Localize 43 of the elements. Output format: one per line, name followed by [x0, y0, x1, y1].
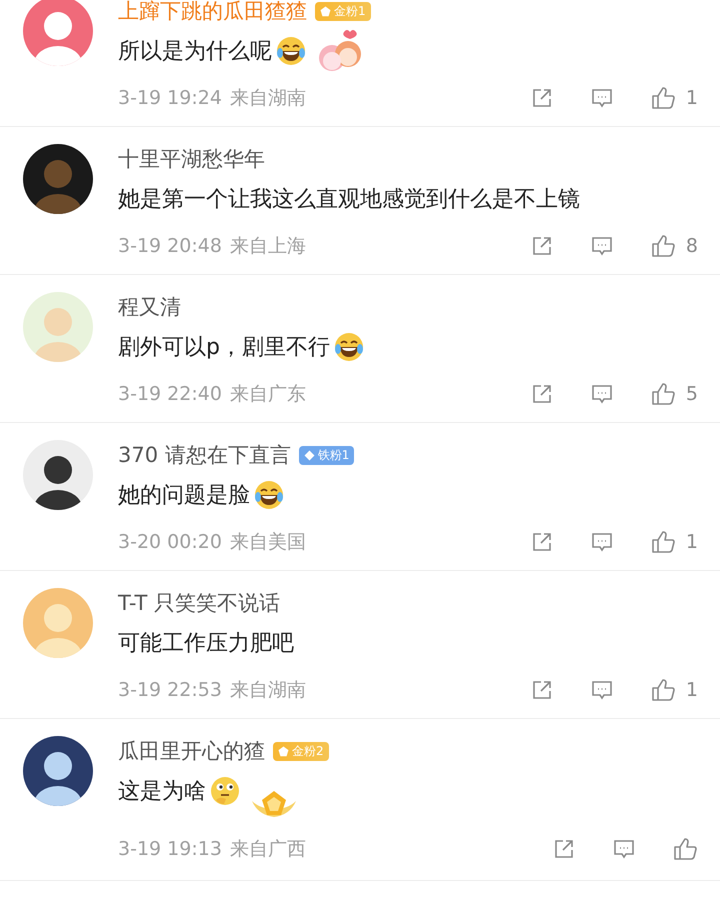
like-button[interactable]: 1: [650, 529, 698, 555]
comment-text: 可能工作压力肥吧: [118, 630, 294, 658]
comment-button[interactable]: [590, 86, 614, 110]
comment-text: 这是为啥: [118, 778, 206, 806]
comment-time: 3-19 22:40: [118, 383, 222, 405]
comment-text: 所以是为什么呢: [118, 38, 272, 66]
comment-time: 3-19 19:13: [118, 838, 222, 860]
like-button[interactable]: 1: [650, 85, 698, 111]
comment-location: 来自湖南: [230, 86, 306, 111]
comment-time: 3-19 20:48: [118, 235, 222, 257]
badge-label: 金粉1: [334, 2, 366, 20]
comment-time: 3-19 22:53: [118, 679, 222, 701]
comment-button[interactable]: [590, 234, 614, 258]
diamond-icon: [304, 450, 315, 460]
comment-text: 她的问题是脸: [118, 482, 250, 510]
user-name[interactable]: 瓜田里开心的猹: [118, 737, 265, 765]
comment-location: 来自广东: [230, 382, 306, 407]
comment-button[interactable]: [612, 837, 636, 861]
comment-time: 3-19 19:24: [118, 87, 222, 109]
comment-location: 来自湖南: [230, 678, 306, 703]
user-name[interactable]: 十里平湖愁华年: [118, 145, 265, 173]
like-button[interactable]: [672, 836, 698, 862]
comment-button[interactable]: [590, 678, 614, 702]
comment-text: 剧外可以p，剧里不行: [118, 334, 330, 362]
user-name[interactable]: 上蹿下跳的瓜田猹猹: [118, 0, 307, 25]
comment-button[interactable]: [590, 382, 614, 406]
comment-location: 来自美国: [230, 530, 306, 555]
repost-button[interactable]: [552, 837, 576, 861]
like-button[interactable]: 1: [650, 677, 698, 703]
comment-location: 来自广西: [230, 837, 306, 862]
like-button[interactable]: 8: [650, 233, 698, 259]
user-name[interactable]: T-T 只笑笑不说话: [118, 589, 280, 617]
user-name[interactable]: 程又清: [118, 293, 181, 321]
pentagon-icon: [320, 6, 331, 16]
user-name[interactable]: 370 请恕在下直言: [118, 441, 291, 469]
badge-label: 铁粉1: [318, 446, 350, 464]
comment-location: 来自上海: [230, 234, 306, 259]
like-button[interactable]: 5: [650, 381, 698, 407]
comment-time: 3-20 00:20: [118, 531, 222, 553]
comment-text: 她是第一个让我这么直观地感觉到什么是不上镜: [118, 186, 580, 214]
pentagon-icon: [278, 746, 289, 756]
comment-button[interactable]: [590, 530, 614, 554]
badge-label: 金粉2: [292, 742, 324, 760]
